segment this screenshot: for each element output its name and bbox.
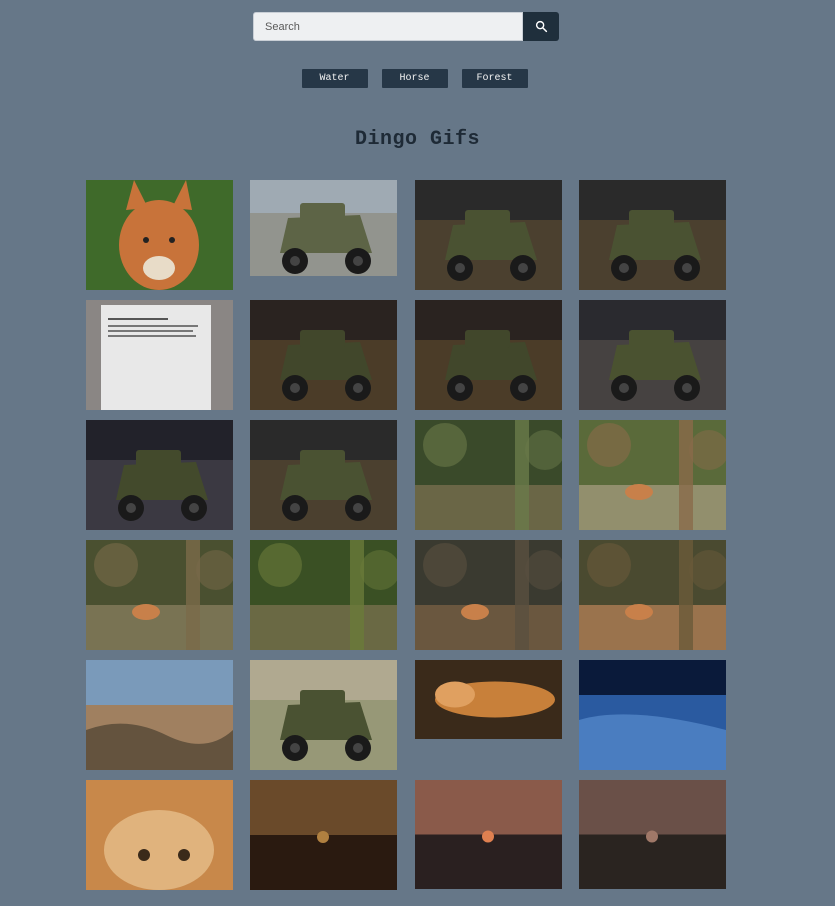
- gif-thumbnail[interactable]: [86, 540, 233, 650]
- gif-thumbnail[interactable]: [579, 660, 726, 770]
- gif-image: [579, 660, 726, 770]
- gif-thumbnail[interactable]: [415, 180, 562, 290]
- gif-image: [86, 420, 233, 530]
- gif-image: [415, 180, 562, 290]
- gif-image: [86, 660, 233, 770]
- gif-image: [415, 420, 562, 530]
- gif-thumbnail[interactable]: [579, 300, 726, 410]
- gif-thumbnail[interactable]: [415, 420, 562, 530]
- gif-image: [250, 540, 397, 650]
- gif-image: [579, 180, 726, 290]
- gif-thumbnail[interactable]: [86, 420, 233, 530]
- gif-image: [250, 420, 397, 530]
- gif-thumbnail[interactable]: [415, 660, 562, 739]
- search-icon: [535, 20, 547, 33]
- gif-thumbnail[interactable]: [415, 300, 562, 410]
- gif-thumbnail[interactable]: [250, 300, 397, 410]
- gif-image: [415, 300, 562, 410]
- gif-image: [250, 300, 397, 410]
- gif-image: [579, 780, 726, 889]
- gif-image: [250, 180, 397, 276]
- gif-image: [86, 180, 233, 290]
- gif-thumbnail[interactable]: [86, 180, 233, 290]
- gif-thumbnail[interactable]: [579, 540, 726, 650]
- gif-thumbnail[interactable]: [415, 780, 562, 889]
- gif-thumbnail[interactable]: [250, 540, 397, 650]
- search-input[interactable]: [253, 12, 523, 41]
- gif-thumbnail[interactable]: [86, 660, 233, 770]
- gif-thumbnail[interactable]: [250, 420, 397, 530]
- gif-image: [86, 300, 233, 410]
- gif-thumbnail[interactable]: [579, 780, 726, 889]
- gif-thumbnail[interactable]: [250, 180, 397, 276]
- gif-thumbnail[interactable]: [415, 540, 562, 650]
- gif-image: [250, 780, 397, 890]
- gif-image: [86, 540, 233, 650]
- gif-image: [250, 660, 397, 770]
- gif-thumbnail[interactable]: [250, 780, 397, 890]
- gif-image: [415, 660, 562, 739]
- gif-image: [579, 300, 726, 410]
- page-title: Dingo Gifs: [354, 128, 481, 151]
- gif-image: [415, 780, 562, 889]
- gif-image: [579, 420, 726, 530]
- tag-button-horse[interactable]: Horse: [381, 69, 448, 88]
- gif-image: [86, 780, 233, 890]
- gif-thumbnail[interactable]: [579, 180, 726, 290]
- gif-thumbnail[interactable]: [250, 660, 397, 770]
- search-bar: [253, 12, 559, 41]
- search-button[interactable]: [523, 12, 559, 41]
- gif-image: [579, 540, 726, 650]
- gif-thumbnail[interactable]: [86, 780, 233, 890]
- tag-button-water[interactable]: Water: [301, 69, 368, 88]
- gif-image: [415, 540, 562, 650]
- tag-filter-bar: Water Horse Forest: [0, 69, 835, 88]
- gif-thumbnail[interactable]: [579, 420, 726, 530]
- tag-button-forest[interactable]: Forest: [461, 69, 528, 88]
- gif-thumbnail[interactable]: [86, 300, 233, 410]
